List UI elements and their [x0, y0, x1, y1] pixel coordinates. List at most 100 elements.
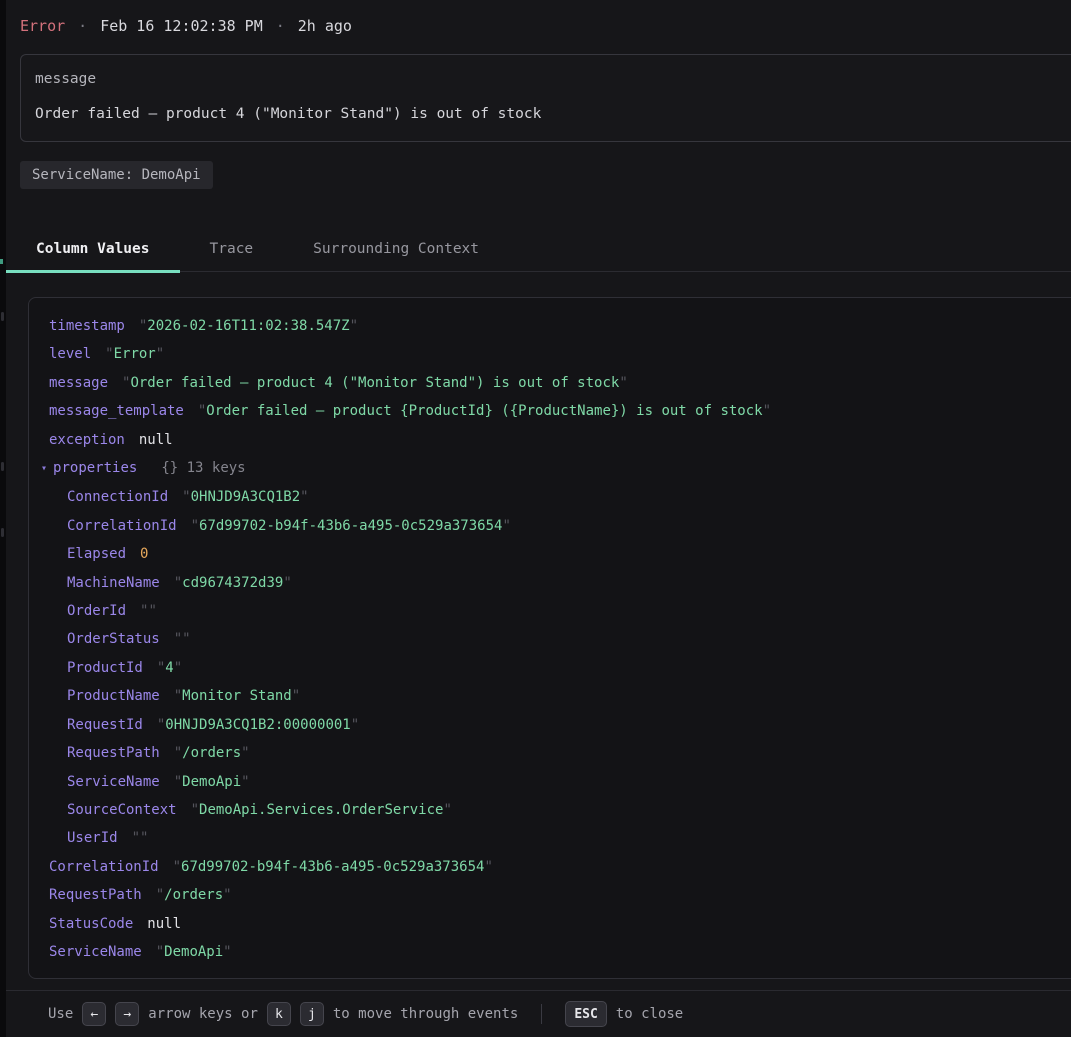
property-value: "67d99702-b94f-43b6-a495-0c529a373654" [173, 859, 493, 875]
property-value: null [147, 916, 181, 932]
event-detail-modal: Error · Feb 16 12:02:38 PM · 2h ago mess… [6, 0, 1071, 1037]
property-row-RequestId: RequestId "0HNJD9A3CQ1B2:00000001" [49, 711, 1071, 739]
message-card: message Order failed — product 4 ("Monit… [20, 54, 1071, 142]
property-row-ServiceName: ServiceName "DemoApi" [49, 768, 1071, 796]
property-key: RequestPath [49, 887, 142, 903]
separator-dot: · [276, 17, 285, 35]
property-key: RequestPath [67, 745, 160, 761]
footer-divider [541, 1004, 542, 1024]
column-values-panel: timestamp "2026-02-16T11:02:38.547Z" level… [28, 297, 1071, 979]
property-value: "cd9674372d39" [174, 575, 292, 591]
property-key: level [49, 346, 91, 362]
underlying-page-edge [0, 0, 6, 1037]
property-key: ProductId [67, 660, 143, 676]
property-rows: timestamp "2026-02-16T11:02:38.547Z" level… [49, 312, 1071, 966]
underlay-artifact [1, 528, 4, 537]
tab-surrounding-context[interactable]: Surrounding Context [283, 230, 509, 271]
property-key: ConnectionId [67, 489, 168, 505]
property-value: "DemoApi" [174, 774, 250, 790]
detail-tabs: Column ValuesTraceSurrounding Context [6, 230, 1071, 272]
property-value: "0HNJD9A3CQ1B2" [182, 489, 308, 505]
property-row-RequestPath: RequestPath "/orders" [49, 881, 1071, 909]
footer-move-text: to move through events [333, 1006, 518, 1022]
property-value: 0 [140, 546, 148, 562]
message-card-text: Order failed — product 4 ("Monitor Stand… [35, 106, 1071, 122]
underlay-accent-mark [0, 259, 3, 264]
property-row-CorrelationId: CorrelationId "67d99702-b94f-43b6-a495-0c… [49, 512, 1071, 540]
property-row-message_template: message_template"Order failed — product … [49, 397, 1071, 425]
property-row-CorrelationId: CorrelationId "67d99702-b94f-43b6-a495-0c… [49, 853, 1071, 881]
property-row-level: level "Error" [49, 340, 1071, 368]
property-row-ProductId: ProductId "4" [49, 654, 1071, 682]
property-row-ConnectionId: ConnectionId "0HNJD9A3CQ1B2" [49, 483, 1071, 511]
property-key: OrderStatus [67, 631, 160, 647]
property-key: RequestId [67, 717, 143, 733]
property-key: Elapsed [67, 546, 126, 562]
arrow-left-key-icon: ← [82, 1002, 106, 1026]
property-value: "" [140, 603, 157, 619]
property-row-message: message "Order failed — product 4 ("Monit… [49, 369, 1071, 397]
property-key: exception [49, 432, 125, 448]
property-value: "" [132, 830, 149, 846]
property-key: UserId [67, 830, 118, 846]
property-row-exception: exception null [49, 426, 1071, 454]
footer-use-text: Use [48, 1006, 73, 1022]
tab-trace[interactable]: Trace [180, 230, 284, 271]
property-value: "Error" [105, 346, 164, 362]
event-relative-time: 2h ago [298, 17, 352, 35]
property-value: "/orders" [174, 745, 250, 761]
property-row-ServiceName: ServiceName "DemoApi" [49, 938, 1071, 966]
property-value: "DemoApi" [156, 944, 232, 960]
property-row-properties: ▾properties{} 13 keys [49, 454, 1071, 483]
property-key: message [49, 375, 108, 391]
property-key: StatusCode [49, 916, 133, 932]
keyboard-hints-footer: Use ← → arrow keys or k j to move throug… [6, 990, 1071, 1037]
collapse-caret-icon[interactable]: ▾ [41, 455, 47, 483]
event-header: Error · Feb 16 12:02:38 PM · 2h ago [20, 17, 1071, 35]
property-key: SourceContext [67, 802, 177, 818]
property-row-ProductName: ProductName "Monitor Stand" [49, 682, 1071, 710]
property-value: "Order failed — product {ProductId} ({Pr… [198, 403, 771, 419]
j-key-icon: j [300, 1002, 324, 1026]
property-row-SourceContext: SourceContext "DemoApi.Services.OrderServ… [49, 796, 1071, 824]
k-key-icon: k [267, 1002, 291, 1026]
property-row-UserId: UserId "" [49, 824, 1071, 852]
tab-column-values[interactable]: Column Values [6, 230, 180, 271]
property-key: ServiceName [67, 774, 160, 790]
property-row-Elapsed: Elapsed 0 [49, 540, 1071, 568]
property-key: ServiceName [49, 944, 142, 960]
property-key: CorrelationId [67, 518, 177, 534]
event-level-label: Error [20, 17, 65, 35]
footer-close-text: to close [616, 1006, 683, 1022]
property-row-OrderId: OrderId "" [49, 597, 1071, 625]
footer-or-text: arrow keys or [148, 1006, 258, 1022]
property-row-OrderStatus: OrderStatus "" [49, 625, 1071, 653]
arrow-right-key-icon: → [115, 1002, 139, 1026]
event-detail-content: Error · Feb 16 12:02:38 PM · 2h ago mess… [6, 0, 1071, 990]
property-value: "0HNJD9A3CQ1B2:00000001" [157, 717, 359, 733]
property-key: CorrelationId [49, 859, 159, 875]
property-value: "4" [157, 660, 182, 676]
property-value: "" [174, 631, 191, 647]
message-card-label: message [35, 71, 1071, 87]
property-key: MachineName [67, 575, 160, 591]
property-value: "/orders" [156, 887, 232, 903]
property-row-StatusCode: StatusCode null [49, 910, 1071, 938]
property-key: timestamp [49, 318, 125, 334]
service-name-badge[interactable]: ServiceName: DemoApi [20, 161, 213, 189]
property-key: OrderId [67, 603, 126, 619]
property-value: "DemoApi.Services.OrderService" [191, 802, 452, 818]
property-value: "67d99702-b94f-43b6-a495-0c529a373654" [191, 518, 511, 534]
separator-dot: · [78, 17, 87, 35]
event-timestamp: Feb 16 12:02:38 PM [100, 17, 263, 35]
property-value: "Monitor Stand" [174, 688, 300, 704]
property-value: "Order failed — product 4 ("Monitor Stan… [122, 375, 628, 391]
property-value: null [139, 432, 173, 448]
property-row-RequestPath: RequestPath "/orders" [49, 739, 1071, 767]
property-key: ProductName [67, 688, 160, 704]
underlay-artifact [1, 312, 4, 321]
property-row-MachineName: MachineName "cd9674372d39" [49, 569, 1071, 597]
esc-key-icon: ESC [565, 1001, 606, 1027]
property-meta: {} 13 keys [161, 460, 245, 476]
property-value: "2026-02-16T11:02:38.547Z" [139, 318, 358, 334]
